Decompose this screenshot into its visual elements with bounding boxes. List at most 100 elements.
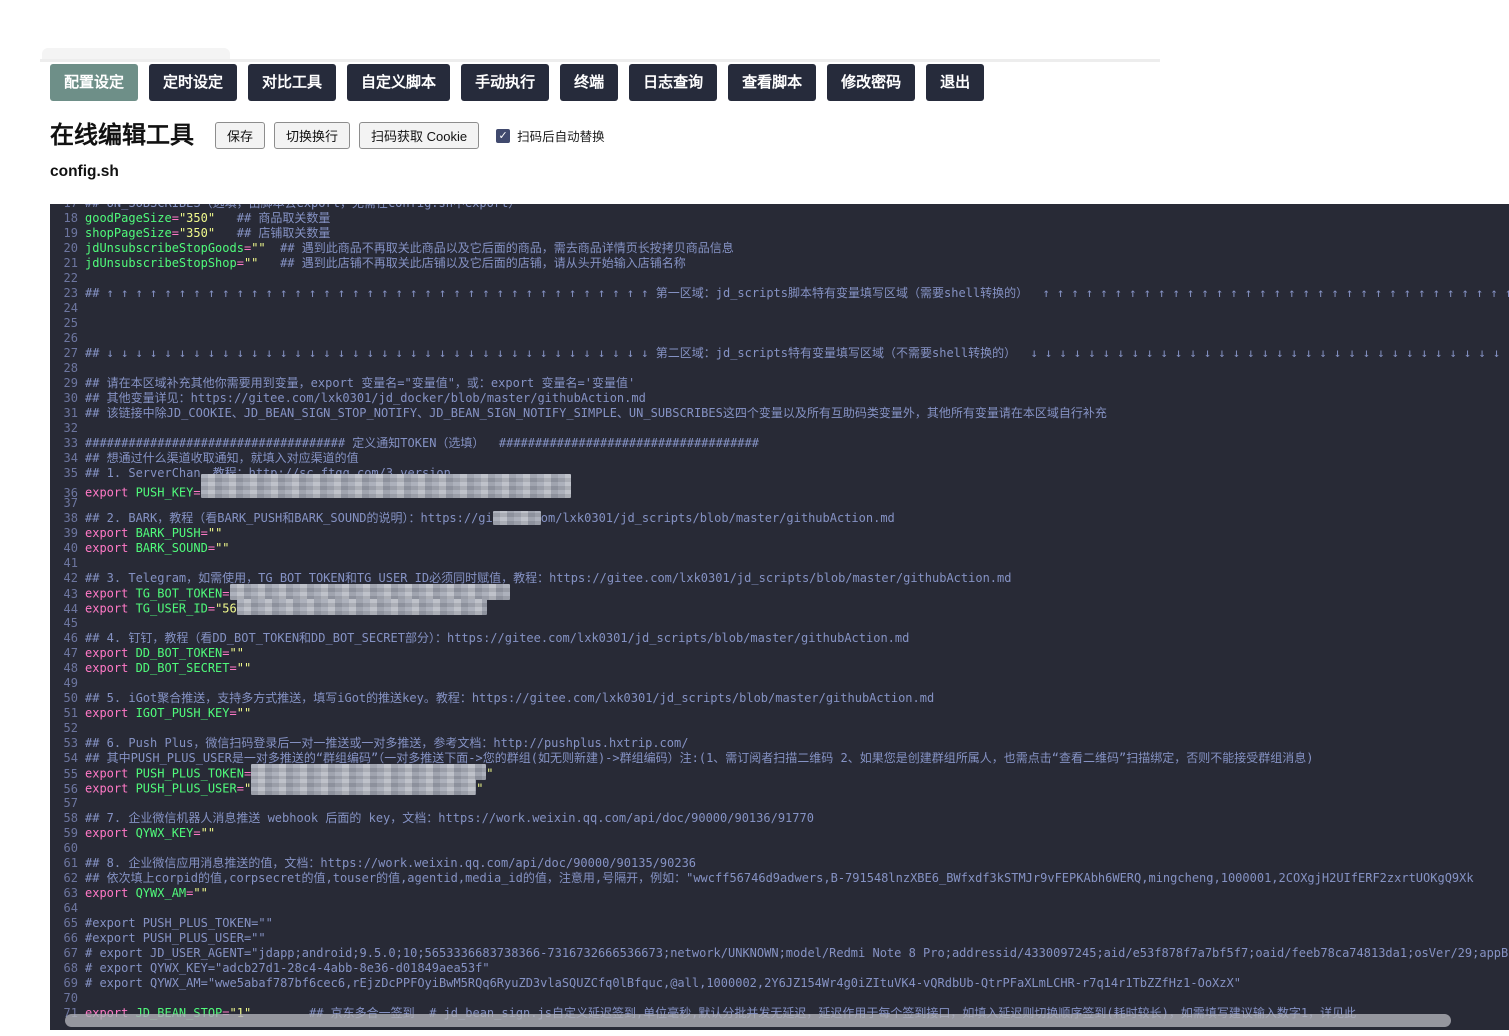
code-line[interactable]: 65 #export PUSH_PLUS_TOKEN="" xyxy=(50,916,1509,931)
code-line[interactable]: 66 #export PUSH_PLUS_USER="" xyxy=(50,931,1509,946)
code-line[interactable]: 32 xyxy=(50,421,1509,436)
line-number: 35 xyxy=(63,466,78,480)
toolbar-button-保存[interactable]: 保存 xyxy=(215,122,266,149)
nav-button-修改密码[interactable]: 修改密码 xyxy=(827,64,916,101)
code-line[interactable]: 30 ## 其他变量详见：https://gitee.com/lxk0301/jd… xyxy=(50,391,1509,406)
code-line[interactable]: 24 xyxy=(50,301,1509,316)
code-token: = xyxy=(222,646,230,660)
code-token: BARK_PUSH xyxy=(135,526,201,540)
code-line[interactable]: 59 export QYWX_KEY="" xyxy=(50,826,1509,841)
code-token: IGOT_PUSH_KEY xyxy=(135,706,230,720)
code-editor[interactable]: 17## UN_SUBSCRIBES（选填，由脚本去export，无需在conf… xyxy=(50,204,1509,1030)
code-line[interactable]: 31 ## 该链接中除JD_COOKIE、JD_BEAN_SIGN_STOP_NO… xyxy=(50,406,1509,421)
code-line[interactable]: 53 ## 6. Push Plus，微信扫码登录后一对一推送或一对多推送，参考文… xyxy=(50,736,1509,751)
code-line[interactable]: 46 ## 4. 钉钉，教程（看DD_BOT_TOKEN和DD_BOT_SECRE… xyxy=(50,631,1509,646)
nav-button-配置设定[interactable]: 配置设定 xyxy=(50,64,139,101)
code-token: "" xyxy=(229,646,244,660)
line-number: 70 xyxy=(63,991,78,1005)
code-line[interactable]: 70 xyxy=(50,991,1509,1006)
line-number: 21 xyxy=(63,256,78,270)
nav-button-终端[interactable]: 终端 xyxy=(560,64,619,101)
nav-button-自定义脚本[interactable]: 自定义脚本 xyxy=(347,64,451,101)
code-token: jdUnsubscribeStopShop xyxy=(85,256,237,270)
code-line[interactable]: 17## UN_SUBSCRIBES（选填，由脚本去export，无需在conf… xyxy=(50,204,1509,211)
code-line[interactable]: 52 xyxy=(50,721,1509,736)
code-token: ## 8. 企业微信应用消息推送的值，文档：https://work.weixi… xyxy=(85,856,697,870)
code-line[interactable]: 57 xyxy=(50,796,1509,811)
code-line[interactable]: 22 xyxy=(50,271,1509,286)
code-line[interactable]: 58 ## 7. 企业微信机器人消息推送 webhook 后面的 key，文档：h… xyxy=(50,811,1509,826)
code-line[interactable]: 45 xyxy=(50,616,1509,631)
nav-button-退出[interactable]: 退出 xyxy=(926,64,985,101)
code-line[interactable]: 50 ## 5. iGot聚合推送，支持多方式推送，填写iGot的推送key。教程… xyxy=(50,691,1509,706)
line-number: 66 xyxy=(63,931,78,945)
code-line[interactable]: 44 export TG_USER_ID="56 xyxy=(50,599,1509,616)
code-line[interactable]: 40 export BARK_SOUND="" xyxy=(50,541,1509,556)
code-line[interactable]: 33 #################################### 定… xyxy=(50,436,1509,451)
line-number: 52 xyxy=(63,721,78,735)
code-line[interactable]: 49 xyxy=(50,676,1509,691)
line-number: 23 xyxy=(63,286,78,300)
nav-button-手动执行[interactable]: 手动执行 xyxy=(461,64,550,101)
line-number: 54 xyxy=(63,751,78,765)
code-line[interactable]: 51 export IGOT_PUSH_KEY="" xyxy=(50,706,1509,721)
code-token: ## 2. BARK，教程（看BARK_PUSH和BARK_SOUND的说明）：… xyxy=(85,511,493,525)
code-line[interactable]: 18 goodPageSize="350" ## 商品取关数量 xyxy=(50,211,1509,226)
code-line[interactable]: 25 xyxy=(50,316,1509,331)
nav-button-对比工具[interactable]: 对比工具 xyxy=(248,64,337,101)
line-number: 37 xyxy=(63,496,78,510)
code-line[interactable]: 21 jdUnsubscribeStopShop="" ## 遇到此店铺不再取关此… xyxy=(50,256,1509,271)
code-line[interactable]: 19 shopPageSize="350" ## 店铺取关数量 xyxy=(50,226,1509,241)
code-token: ## 4. 钉钉，教程（看DD_BOT_TOKEN和DD_BOT_SECRET部… xyxy=(85,631,910,645)
toolbar-button-切换换行[interactable]: 切换换行 xyxy=(274,122,351,149)
code-line[interactable]: 29 ## 请在本区域补充其他你需要用到变量，export 变量名="变量值"，或… xyxy=(50,376,1509,391)
code-line[interactable]: 68 # export QYWX_KEY="adcb27d1-28c4-4abb-… xyxy=(50,961,1509,976)
code-token: export xyxy=(85,781,136,796)
code-line[interactable]: 27 ## ↓ ↓ ↓ ↓ ↓ ↓ ↓ ↓ ↓ ↓ ↓ ↓ ↓ ↓ ↓ ↓ ↓ ↓… xyxy=(50,346,1509,361)
line-number: 46 xyxy=(63,631,78,645)
censored-block xyxy=(236,599,487,615)
nav-button-查看脚本[interactable]: 查看脚本 xyxy=(728,64,817,101)
line-number: 17 xyxy=(50,204,85,211)
code-token: export xyxy=(85,661,136,675)
code-line[interactable]: 37 xyxy=(50,496,1509,511)
code-line[interactable]: 23 ## ↑ ↑ ↑ ↑ ↑ ↑ ↑ ↑ ↑ ↑ ↑ ↑ ↑ ↑ ↑ ↑ ↑ ↑… xyxy=(50,286,1509,301)
code-line[interactable]: 69 # export QYWX_AM="wwe5abaf787bf6cec6,r… xyxy=(50,976,1509,991)
code-token: # export JD_USER_AGENT="jdapp;android;9.… xyxy=(85,946,1509,960)
line-number: 28 xyxy=(63,361,78,375)
code-line[interactable]: 61 ## 8. 企业微信应用消息推送的值，文档：https://work.wei… xyxy=(50,856,1509,871)
line-number: 67 xyxy=(63,946,78,960)
code-line[interactable]: 38 ## 2. BARK，教程（看BARK_PUSH和BARK_SOUND的说明… xyxy=(50,510,1509,526)
code-line[interactable]: 62 ## 依次填上corpid的值,corpsecret的值,touser的值,… xyxy=(50,871,1509,886)
nav-button-日志查询[interactable]: 日志查询 xyxy=(629,64,718,101)
line-number: 20 xyxy=(63,241,78,255)
code-line[interactable]: 41 xyxy=(50,556,1509,571)
code-line[interactable]: 28 xyxy=(50,361,1509,376)
code-line[interactable]: 39 export BARK_PUSH="" xyxy=(50,526,1509,541)
code-line[interactable]: 56 export PUSH_PLUS_USER=" " xyxy=(50,779,1509,796)
code-line[interactable]: 20 jdUnsubscribeStopGoods="" ## 遇到此商品不再取关… xyxy=(50,241,1509,256)
line-number: 49 xyxy=(63,676,78,690)
line-number: 18 xyxy=(63,211,78,225)
code-line[interactable]: 60 xyxy=(50,841,1509,856)
code-line[interactable]: 48 export DD_BOT_SECRET="" xyxy=(50,661,1509,676)
code-line[interactable]: 34 ## 想通过什么渠道收取通知，就填入对应渠道的值 xyxy=(50,451,1509,466)
code-line[interactable]: 64 xyxy=(50,901,1509,916)
code-line[interactable]: 47 export DD_BOT_TOKEN="" xyxy=(50,646,1509,661)
line-number: 34 xyxy=(63,451,78,465)
auto-replace-checkbox[interactable]: ✓ xyxy=(496,128,511,143)
code-line[interactable]: 63 export QYWX_AM="" xyxy=(50,886,1509,901)
horizontal-scrollbar-thumb[interactable] xyxy=(65,1014,1451,1027)
code-token: export xyxy=(85,886,136,900)
code-content: 17## UN_SUBSCRIBES（选填，由脚本去export，无需在conf… xyxy=(50,204,1509,1021)
code-line[interactable]: 26 xyxy=(50,331,1509,346)
nav-button-定时设定[interactable]: 定时设定 xyxy=(149,64,238,101)
code-line[interactable]: 67 # export JD_USER_AGENT="jdapp;android;… xyxy=(50,946,1509,961)
code-token: "" xyxy=(200,826,216,840)
code-token: = xyxy=(171,211,179,225)
code-token: export xyxy=(85,766,136,781)
code-token: ## UN_SUBSCRIBES（选填，由脚本去export，无需在config… xyxy=(85,204,520,210)
code-token: "" xyxy=(215,541,230,555)
toolbar-button-扫码获取 Cookie[interactable]: 扫码获取 Cookie xyxy=(359,122,480,149)
code-line[interactable]: 36 export PUSH_KEY= xyxy=(50,474,1509,500)
